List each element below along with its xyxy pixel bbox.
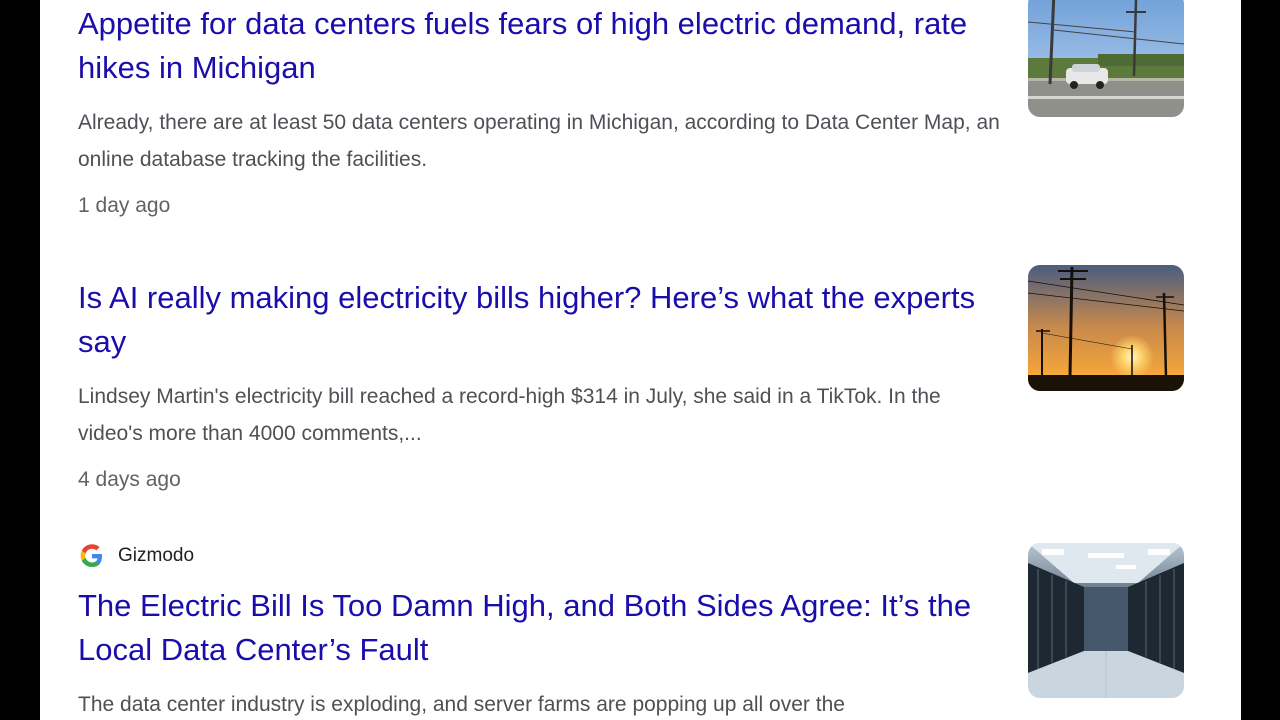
result-1-title-link[interactable]: Appetite for data centers fuels fears of… bbox=[78, 2, 1008, 90]
result-3-source[interactable]: Gizmodo bbox=[78, 542, 194, 570]
result-2-thumbnail[interactable] bbox=[1028, 265, 1184, 391]
result-2-snippet: Lindsey Martin's electricity bill reache… bbox=[78, 385, 941, 445]
result-2-title-link[interactable]: Is AI really making electricity bills hi… bbox=[78, 276, 1008, 364]
result-3-thumbnail[interactable] bbox=[1028, 543, 1184, 698]
roadside-utility-poles-car-image bbox=[1028, 0, 1184, 117]
gizmodo-g-logo-icon bbox=[78, 542, 106, 570]
result-1-timestamp: 1 day ago bbox=[78, 194, 171, 217]
result-2-timestamp: 4 days ago bbox=[78, 468, 181, 491]
result-3-snippet: The data center industry is exploding, a… bbox=[78, 693, 845, 716]
result-1-snippet: Already, there are at least 50 data cent… bbox=[78, 111, 1000, 171]
result-3-source-name: Gizmodo bbox=[118, 545, 195, 566]
result-1-thumbnail[interactable] bbox=[1028, 0, 1184, 117]
result-3-title-link[interactable]: The Electric Bill Is Too Damn High, and … bbox=[78, 584, 1008, 672]
server-room-aisle-image bbox=[1028, 543, 1184, 698]
power-lines-sunset-image bbox=[1028, 265, 1184, 391]
search-results-page: Appetite for data centers fuels fears of… bbox=[40, 0, 1241, 720]
